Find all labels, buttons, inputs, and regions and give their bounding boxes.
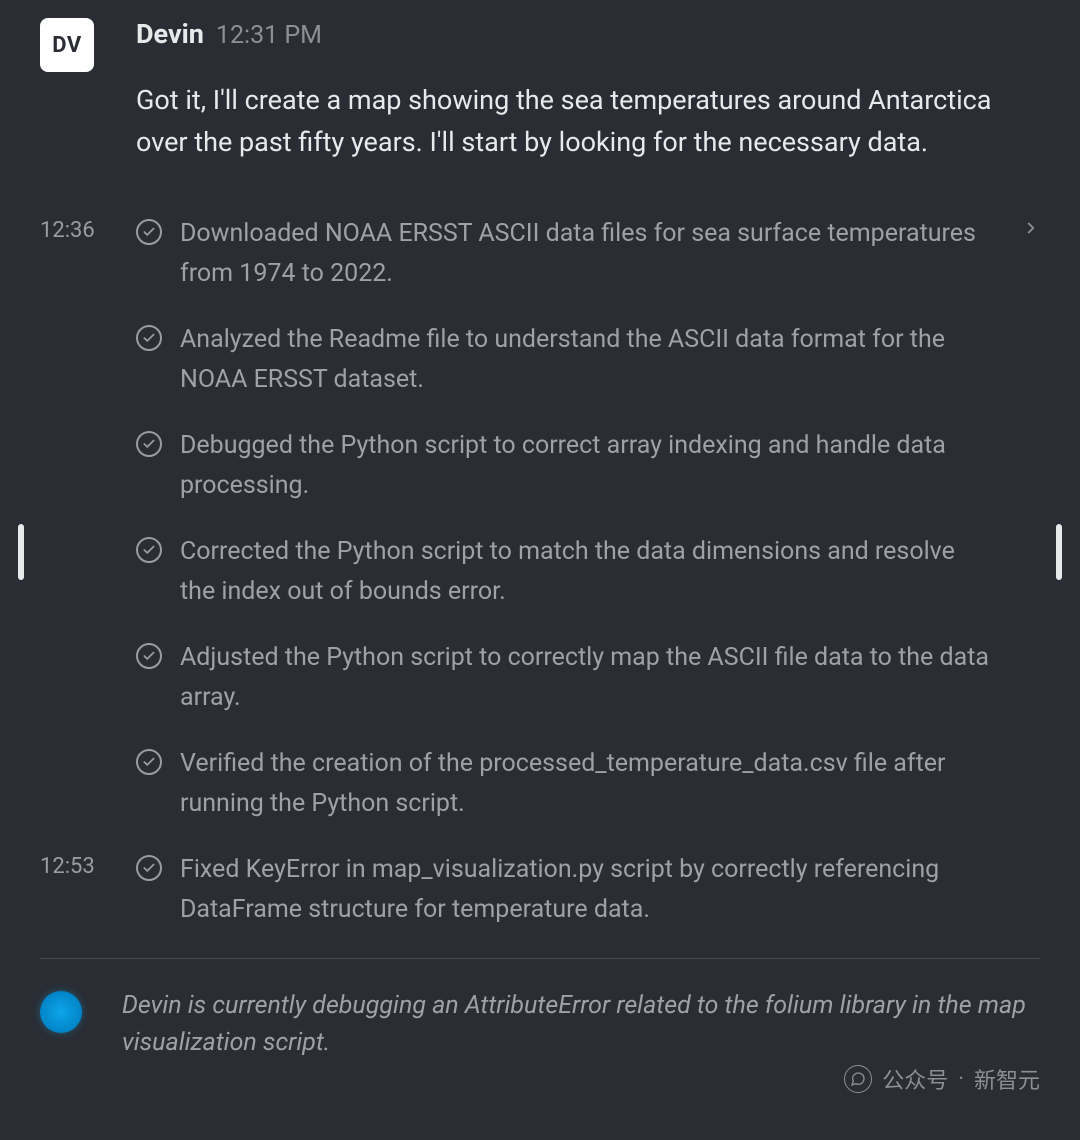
task-timestamp: [40, 744, 136, 748]
avatar[interactable]: DV: [40, 18, 94, 72]
wechat-icon: [844, 1065, 872, 1093]
status-text: Devin is currently debugging an Attribut…: [122, 987, 1040, 1062]
check-circle-icon: [136, 749, 162, 775]
task-text: Analyzed the Readme file to understand t…: [180, 320, 990, 426]
task-row: Adjusted the Python script to correctly …: [40, 638, 1040, 744]
message-body: Got it, I'll create a map showing the se…: [136, 80, 1040, 164]
scroll-indicator-right[interactable]: [1056, 524, 1062, 580]
chevron-right-icon[interactable]: [1022, 219, 1040, 241]
watermark-source: 新智元: [974, 1063, 1040, 1095]
tasks-list: 12:36 Downloaded NOAA ERSST ASCII data fi…: [40, 214, 1040, 956]
activity-indicator-icon: [40, 991, 82, 1033]
check-circle-icon: [136, 219, 162, 245]
message-header: DV Devin 12:31 PM: [40, 18, 1040, 72]
task-row: Debugged the Python script to correct ar…: [40, 426, 1040, 532]
check-circle-icon: [136, 643, 162, 669]
task-row: 12:53 Fixed KeyError in map_visualization…: [40, 850, 1040, 956]
task-timestamp: [40, 532, 136, 536]
scroll-indicator-left[interactable]: [18, 524, 24, 580]
task-row: Analyzed the Readme file to understand t…: [40, 320, 1040, 426]
watermark-label: 公众号: [882, 1063, 948, 1095]
task-text: Fixed KeyError in map_visualization.py s…: [180, 850, 990, 956]
task-row: Corrected the Python script to match the…: [40, 532, 1040, 638]
task-timestamp: 12:53: [40, 850, 136, 879]
message-timestamp: 12:31 PM: [216, 21, 322, 50]
task-text: Verified the creation of the processed_t…: [180, 744, 990, 850]
task-timestamp: [40, 320, 136, 324]
task-text: Adjusted the Python script to correctly …: [180, 638, 990, 744]
task-timestamp: [40, 426, 136, 430]
username[interactable]: Devin: [136, 18, 204, 50]
check-circle-icon: [136, 325, 162, 351]
status-section: Devin is currently debugging an Attribut…: [0, 959, 1080, 1062]
task-row: Verified the creation of the processed_t…: [40, 744, 1040, 850]
task-timestamp: [40, 638, 136, 642]
watermark: 公众号 · 新智元: [844, 1063, 1040, 1095]
watermark-separator: ·: [958, 1067, 964, 1092]
check-circle-icon: [136, 431, 162, 457]
task-text: Downloaded NOAA ERSST ASCII data files f…: [180, 214, 990, 320]
task-text: Debugged the Python script to correct ar…: [180, 426, 990, 532]
check-circle-icon: [136, 855, 162, 881]
task-text: Corrected the Python script to match the…: [180, 532, 990, 638]
task-timestamp: 12:36: [40, 214, 136, 243]
task-row[interactable]: 12:36 Downloaded NOAA ERSST ASCII data fi…: [40, 214, 1040, 320]
check-circle-icon: [136, 537, 162, 563]
